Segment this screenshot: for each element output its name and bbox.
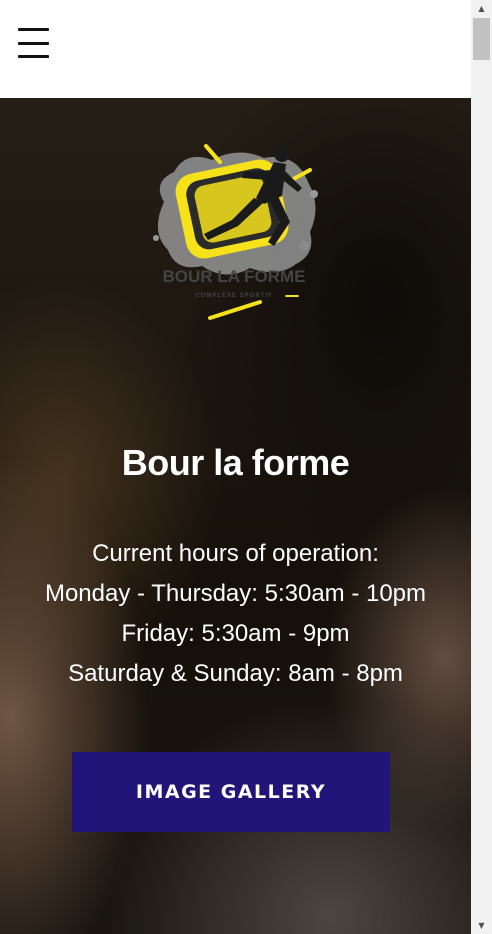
svg-text:COMPLEXE SPORTIF: COMPLEXE SPORTIF (195, 293, 272, 299)
gym-logo: BOUR LA FORME COMPLEXE SPORTIF (153, 144, 318, 320)
svg-text:BOUR LA FORME: BOUR LA FORME (163, 267, 306, 286)
page-title: Bour la forme (121, 442, 350, 483)
vertical-scrollbar[interactable]: ▲ ▼ (471, 0, 492, 934)
scroll-down-arrow-icon[interactable]: ▼ (471, 917, 492, 934)
scrollbar-thumb[interactable] (473, 18, 490, 60)
hours-weekend: Saturday & Sunday: 8am - 8pm (68, 660, 403, 687)
image-gallery-button[interactable]: IMAGE GALLERY (72, 752, 390, 832)
scroll-up-arrow-icon[interactable]: ▲ (471, 0, 492, 17)
site-header (0, 0, 471, 98)
page: BOUR LA FORME COMPLEXE SPORTIF Bour la f… (0, 0, 471, 934)
hours-friday: Friday: 5:30am - 9pm (121, 620, 350, 647)
hours-heading: Current hours of operation: (92, 540, 379, 567)
menu-bar (18, 41, 49, 45)
menu-bar (18, 28, 49, 31)
hamburger-menu-icon[interactable] (18, 28, 50, 58)
hours-of-operation: Current hours of operation: Monday - Thu… (0, 534, 471, 694)
hours-weekdays: Monday - Thursday: 5:30am - 10pm (44, 580, 427, 607)
menu-bar (18, 55, 49, 58)
hero-section: BOUR LA FORME COMPLEXE SPORTIF Bour la f… (0, 98, 471, 934)
